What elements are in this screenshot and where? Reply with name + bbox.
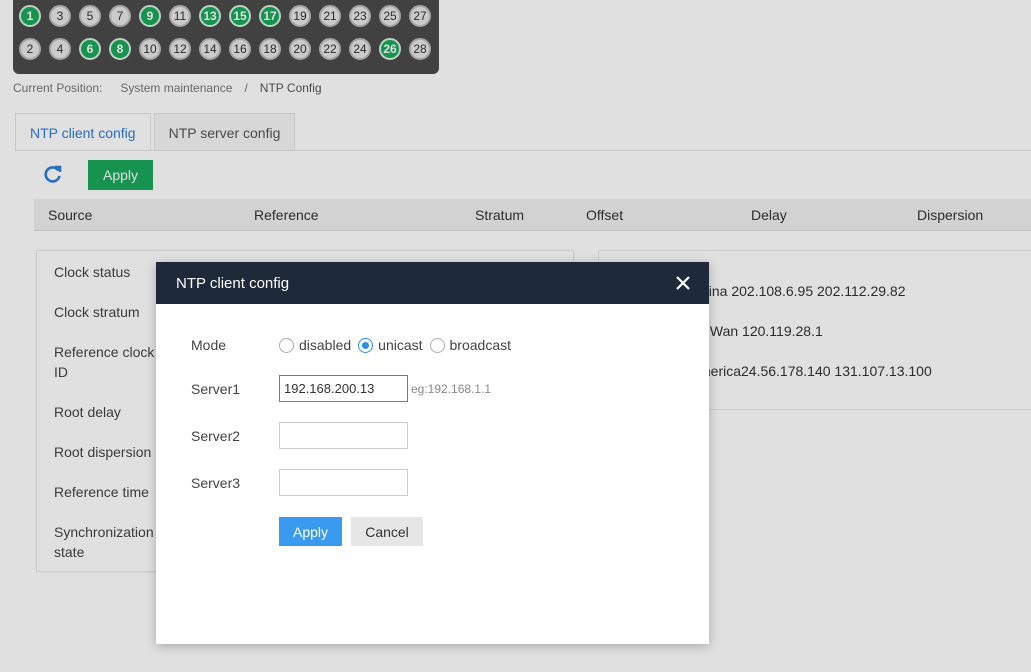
server3-input[interactable] bbox=[279, 469, 408, 496]
server1-label: Server1 bbox=[191, 381, 241, 397]
mode-option-broadcast[interactable]: broadcast bbox=[429, 337, 511, 353]
close-icon[interactable] bbox=[673, 273, 693, 293]
mode-option-disabled[interactable]: disabled bbox=[279, 337, 351, 353]
server2-input[interactable] bbox=[279, 422, 408, 449]
dialog-title: NTP client config bbox=[176, 274, 290, 292]
radio-disabled[interactable] bbox=[279, 337, 294, 353]
radio-broadcast[interactable] bbox=[429, 337, 445, 353]
ntp-client-config-dialog: NTP client config Mode disabled unicast … bbox=[156, 262, 709, 644]
server3-label: Server3 bbox=[191, 475, 241, 491]
radio-unicast-label: unicast bbox=[378, 337, 423, 353]
dialog-apply-button[interactable]: Apply bbox=[279, 517, 342, 546]
server2-label: Server2 bbox=[191, 428, 241, 444]
mode-radio-group: disabled unicast broadcast bbox=[279, 337, 518, 353]
mode-option-unicast[interactable]: unicast bbox=[358, 337, 423, 353]
mode-label: Mode bbox=[191, 337, 227, 353]
radio-broadcast-label: broadcast bbox=[449, 337, 511, 353]
radio-disabled-label: disabled bbox=[299, 337, 352, 353]
server1-hint: eg:192.168.1.1 bbox=[411, 382, 492, 396]
server1-input[interactable] bbox=[279, 375, 408, 402]
radio-unicast[interactable] bbox=[358, 337, 374, 353]
dialog-cancel-button[interactable]: Cancel bbox=[351, 517, 423, 546]
dialog-header: NTP client config bbox=[156, 262, 709, 304]
